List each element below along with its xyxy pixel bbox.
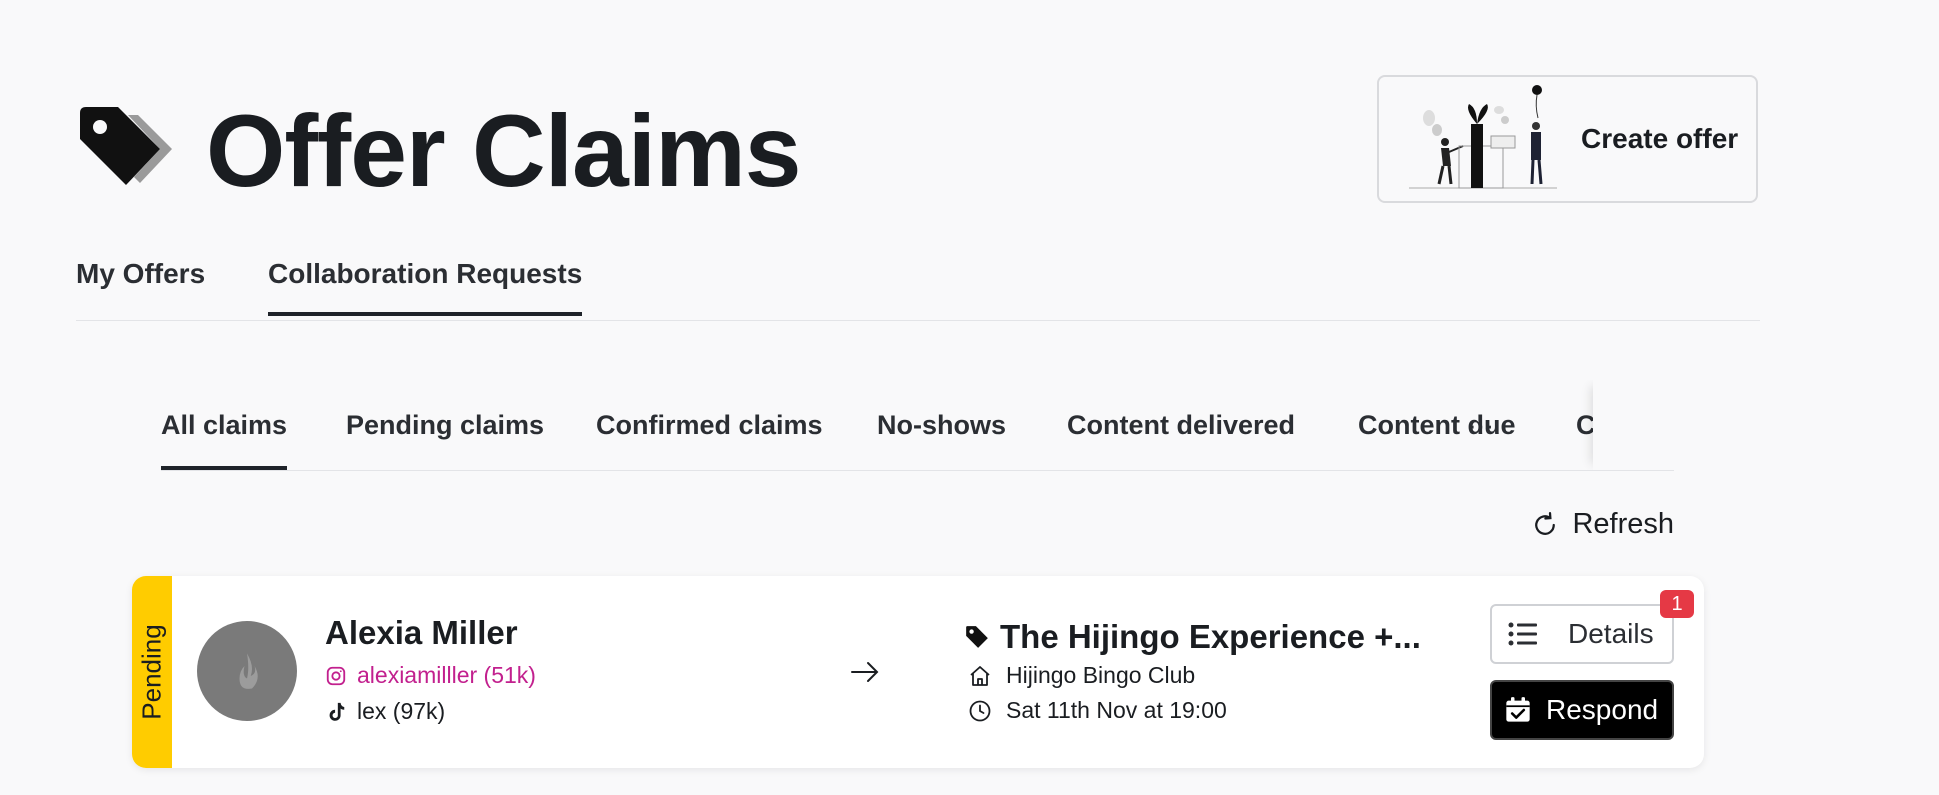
refresh-icon xyxy=(1535,511,1556,535)
instagram-handle[interactable]: alexiamilller (51k) xyxy=(325,662,536,689)
claim-card[interactable]: Pending Alexia Miller alexiamilller (51k… xyxy=(132,576,1704,768)
tab-collaboration-requests[interactable]: Collaboration Requests xyxy=(268,258,583,316)
create-offer-button[interactable]: Create offer xyxy=(1377,75,1758,203)
clock-icon xyxy=(969,700,991,721)
tab-confirmed-claims[interactable]: Confirmed claims xyxy=(596,410,823,441)
page-header: Offer Claims xyxy=(76,94,802,208)
offer-title[interactable]: The Hijingo Experience +... xyxy=(964,618,1421,656)
instagram-handle-text: alexiamilller (51k) xyxy=(357,662,536,688)
tag-icon xyxy=(966,626,988,648)
claim-filter-tabs: All claims Pending claims Confirmed clai… xyxy=(161,380,1674,471)
calendar-check-icon xyxy=(1506,697,1530,722)
tab-my-offers[interactable]: My Offers xyxy=(76,258,205,290)
respond-label: Respond xyxy=(1546,694,1659,725)
more-tabs-button[interactable]: ··· xyxy=(1468,410,1494,441)
offer-venue: Hijingo Bingo Club xyxy=(968,662,1195,689)
flame-icon xyxy=(239,653,258,689)
tiktok-handle-text: lex (97k) xyxy=(357,698,446,724)
notification-badge: 1 xyxy=(1660,590,1694,618)
tabs-overflow-fade xyxy=(1593,380,1674,470)
offer-venue-text: Hijingo Bingo Club xyxy=(1006,662,1196,688)
home-icon xyxy=(970,665,990,686)
tag-icon xyxy=(80,107,172,185)
offer-title-text: The Hijingo Experience +... xyxy=(1000,618,1421,655)
main-tabs: My Offers Collaboration Requests xyxy=(76,258,1760,321)
tab-content-delivered[interactable]: Content delivered xyxy=(1067,410,1295,441)
arrow-right-icon xyxy=(851,662,879,682)
page-title: Offer Claims xyxy=(206,94,802,208)
list-icon xyxy=(1508,622,1537,646)
tiktok-handle[interactable]: lex (97k) xyxy=(325,698,445,725)
details-label: Details xyxy=(1568,618,1654,649)
tiktok-icon xyxy=(329,702,345,721)
instagram-icon xyxy=(326,666,346,685)
details-button[interactable]: Details xyxy=(1490,604,1674,664)
influencer-name[interactable]: Alexia Miller xyxy=(325,614,518,652)
tab-no-shows[interactable]: No-shows xyxy=(877,410,1006,441)
status-badge: Pending xyxy=(136,624,167,720)
refresh-button[interactable]: Refresh xyxy=(1530,508,1674,541)
refresh-label: Refresh xyxy=(1572,508,1674,540)
create-offer-label: Create offer xyxy=(1581,123,1739,154)
avatar xyxy=(197,621,297,721)
offer-datetime: Sat 11th Nov at 19:00 xyxy=(968,697,1227,724)
gift-illustration-icon xyxy=(1409,85,1557,189)
tab-pending-claims[interactable]: Pending claims xyxy=(346,410,544,441)
tab-all-claims[interactable]: All claims xyxy=(161,410,288,470)
respond-button[interactable]: Respond xyxy=(1490,680,1674,740)
offer-datetime-text: Sat 11th Nov at 19:00 xyxy=(1006,697,1227,723)
